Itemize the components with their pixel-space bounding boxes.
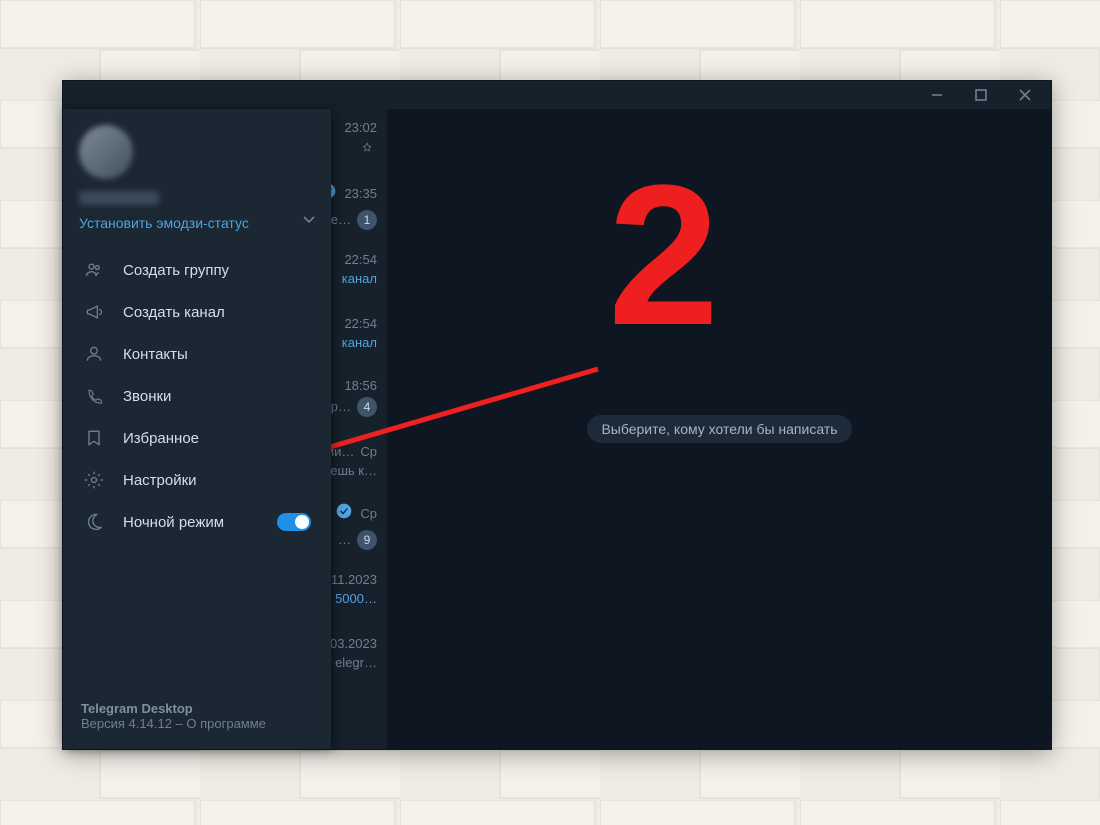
titlebar (63, 81, 1051, 109)
bookmark-icon (83, 427, 105, 449)
chat-time: 22:54 (344, 316, 377, 331)
menu-item-label: Ночной режим (123, 514, 224, 531)
window-maximize[interactable] (961, 83, 1001, 107)
set-emoji-status[interactable]: Установить эмодзи-статус (79, 215, 315, 231)
verified-icon (334, 501, 354, 526)
empty-hint: Выберите, кому хотели бы написать (587, 415, 851, 443)
menu-footer: Telegram Desktop Версия 4.14.12 – О прог… (63, 687, 331, 749)
chat-pane: Выберите, кому хотели бы написать (388, 109, 1051, 749)
night-mode-toggle[interactable] (277, 513, 311, 531)
megaphone-icon (83, 301, 105, 323)
chat-time: 23:02 (344, 120, 377, 135)
chat-time: 23:35 (344, 186, 377, 201)
contact-icon (83, 343, 105, 365)
menu-item-label: Настройки (123, 472, 197, 489)
moon-icon (83, 511, 105, 533)
chat-time: Ср (360, 506, 377, 521)
chat-time: Ср (360, 444, 377, 459)
window-close[interactable] (1005, 83, 1045, 107)
app-version[interactable]: Версия 4.14.12 – О программе (81, 716, 313, 731)
group-icon (83, 259, 105, 281)
menu-item-label: Контакты (123, 346, 188, 363)
hamburger-menu: Установить эмодзи-статус Создать группу … (63, 109, 331, 749)
menu-night-mode[interactable]: Ночной режим (63, 501, 331, 543)
chat-time: 18:56 (344, 378, 377, 393)
app-window: 23:0223:35е…122:54канал22:54канал18:56р…… (62, 80, 1052, 750)
app-name: Telegram Desktop (81, 701, 313, 716)
menu-saved-messages[interactable]: Избранное (63, 417, 331, 459)
unread-badge: 1 (357, 210, 377, 230)
window-minimize[interactable] (917, 83, 957, 107)
chevron-down-icon[interactable] (299, 209, 319, 234)
unread-badge: 9 (357, 530, 377, 550)
gear-icon (83, 469, 105, 491)
chat-time: 22:54 (344, 252, 377, 267)
phone-icon (83, 385, 105, 407)
menu-item-label: Создать группу (123, 262, 229, 279)
user-name (79, 191, 159, 205)
menu-item-label: Создать канал (123, 304, 225, 321)
menu-item-label: Звонки (123, 388, 171, 405)
menu-new-channel[interactable]: Создать канал (63, 291, 331, 333)
avatar[interactable] (79, 125, 133, 179)
menu-item-label: Избранное (123, 430, 199, 447)
menu-calls[interactable]: Звонки (63, 375, 331, 417)
pin-icon (357, 139, 377, 162)
menu-list: Создать группу Создать канал Контакты Зв… (63, 241, 331, 551)
menu-contacts[interactable]: Контакты (63, 333, 331, 375)
unread-badge: 4 (357, 397, 377, 417)
chat-time: 11.2023 (331, 572, 377, 587)
menu-new-group[interactable]: Создать группу (63, 249, 331, 291)
menu-settings[interactable]: Настройки (63, 459, 331, 501)
callout-number: 2 (608, 141, 719, 371)
chat-time: 03.2023 (330, 636, 377, 651)
